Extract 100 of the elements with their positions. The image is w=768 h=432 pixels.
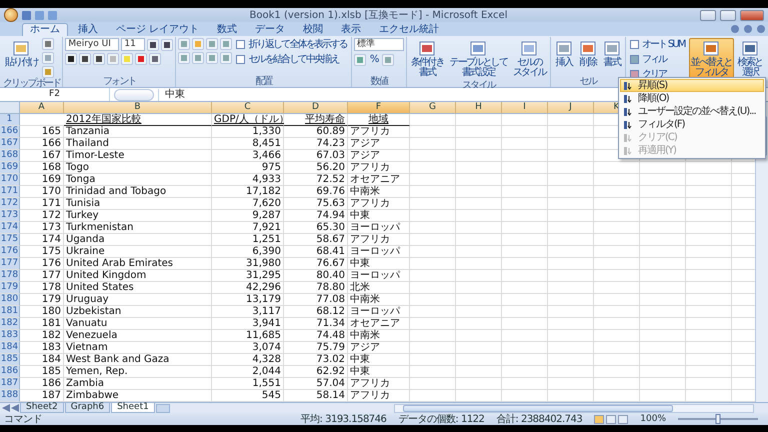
autosum-button[interactable]: オート SUM — [628, 38, 687, 51]
column-header[interactable]: A — [20, 102, 64, 114]
row-header[interactable]: 167 — [0, 138, 20, 150]
function-button[interactable] — [114, 88, 154, 100]
menu-item[interactable]: フィルタ(F) — [620, 118, 764, 131]
font-size-field[interactable]: 11 — [121, 38, 146, 51]
decimal-button[interactable] — [382, 54, 394, 66]
cells-button[interactable]: 削除 — [576, 38, 599, 70]
format-painter-button[interactable] — [42, 66, 54, 78]
row-header[interactable]: 171 — [0, 186, 20, 198]
ribbon-tab[interactable]: エクセル統計 — [371, 23, 448, 36]
fill-button[interactable]: フィル — [628, 53, 687, 66]
minimize-button[interactable] — [700, 10, 716, 20]
sheet-tab[interactable]: Graph6 — [64, 403, 110, 413]
row-header[interactable]: 185 — [0, 354, 20, 366]
phonetic-button[interactable] — [149, 53, 162, 65]
column-header[interactable]: J — [548, 102, 594, 114]
underline-button[interactable] — [93, 53, 106, 65]
style-button[interactable]: 条件付き 書式 — [408, 38, 446, 80]
column-header[interactable]: G — [410, 102, 456, 114]
maximize-button[interactable] — [720, 10, 736, 20]
normal-view-button[interactable] — [594, 414, 604, 424]
first-sheet-icon[interactable] — [2, 404, 10, 412]
row-header[interactable]: 175 — [0, 234, 20, 246]
currency-button[interactable] — [354, 54, 366, 66]
horizontal-scrollbar[interactable] — [394, 404, 754, 412]
office-button[interactable] — [4, 8, 18, 22]
column-header[interactable]: C — [212, 102, 284, 114]
table-cell: アジア — [348, 138, 410, 150]
row-header[interactable]: 172 — [0, 198, 20, 210]
ribbon-tab[interactable]: 数式 — [209, 23, 246, 36]
copy-button[interactable] — [42, 52, 54, 64]
bold-button[interactable] — [65, 53, 78, 65]
percent-button[interactable]: % — [368, 53, 380, 66]
zoom-slider-thumb[interactable] — [716, 414, 720, 424]
cells-button[interactable]: 挿入 — [552, 38, 575, 70]
row-header[interactable]: 181 — [0, 306, 20, 318]
row-header[interactable]: 170 — [0, 174, 20, 186]
ribbon-tab[interactable]: 校閲 — [295, 23, 332, 36]
prev-sheet-icon[interactable] — [11, 404, 19, 412]
style-button[interactable]: セルの スタイル — [511, 38, 548, 80]
row-header[interactable]: 174 — [0, 222, 20, 234]
name-box[interactable]: F2 — [0, 88, 110, 101]
row-header[interactable]: 169 — [0, 162, 20, 174]
left-align-button[interactable] — [178, 52, 190, 64]
sheet-tab[interactable]: Sheet1 — [111, 403, 155, 413]
number-format-field[interactable]: 標準 — [354, 38, 404, 51]
row-header[interactable]: 187 — [0, 378, 20, 390]
row-header[interactable]: 177 — [0, 258, 20, 270]
sheet-tab[interactable]: Sheet2 — [20, 403, 64, 413]
font-name-field[interactable]: Meiryo UI — [65, 38, 120, 51]
right-align-button[interactable] — [206, 52, 218, 64]
table-cell: Timor-Leste — [64, 150, 212, 162]
row-header[interactable]: 184 — [0, 342, 20, 354]
row-header[interactable]: 188 — [0, 390, 20, 402]
ribbon-tab[interactable]: ホーム — [22, 23, 68, 36]
cells-button[interactable]: 書式 — [600, 38, 623, 70]
grow-font-button[interactable] — [147, 38, 160, 50]
ribbon-tab[interactable]: 表示 — [333, 23, 370, 36]
ribbon-tab[interactable]: ページ レイアウト — [108, 23, 208, 36]
close-button[interactable] — [740, 10, 764, 20]
indent-button[interactable] — [220, 52, 232, 64]
cut-button[interactable] — [42, 38, 54, 50]
page-layout-button[interactable] — [606, 414, 616, 424]
ribbon-tab[interactable]: データ — [247, 23, 294, 36]
row-header[interactable]: 176 — [0, 246, 20, 258]
middle-align-button[interactable] — [192, 38, 204, 50]
row-header[interactable]: 179 — [0, 282, 20, 294]
center-button[interactable] — [192, 52, 204, 64]
wrap-text-button[interactable]: 折り返して全体を表示する — [234, 38, 349, 51]
column-header[interactable]: D — [284, 102, 348, 114]
select-all-button[interactable] — [0, 102, 20, 114]
sort-filter-button[interactable]: 並べ替えと フィルタ — [688, 38, 734, 80]
row-header[interactable]: 186 — [0, 366, 20, 378]
row-header[interactable]: 178 — [0, 270, 20, 282]
row-header[interactable]: 1 — [0, 114, 20, 126]
column-header[interactable]: I — [502, 102, 548, 114]
bottom-align-button[interactable] — [206, 38, 218, 50]
row-header[interactable]: 173 — [0, 210, 20, 222]
column-header[interactable]: H — [456, 102, 502, 114]
font-color-button[interactable] — [135, 53, 148, 65]
new-sheet-icon[interactable] — [156, 404, 170, 412]
row-header[interactable]: 166 — [0, 126, 20, 138]
column-header[interactable]: F — [348, 102, 410, 114]
ribbon-tab[interactable]: 挿入 — [70, 23, 106, 36]
top-align-button[interactable] — [178, 38, 190, 50]
fill-color-button[interactable] — [121, 53, 134, 65]
orientation-button[interactable] — [220, 38, 232, 50]
shrink-font-button[interactable] — [161, 38, 174, 50]
row-header[interactable]: 180 — [0, 294, 20, 306]
column-header[interactable]: B — [64, 102, 212, 114]
menu-item[interactable]: 昇順(S) — [620, 79, 764, 92]
style-button[interactable]: テーブルとして 書式設定 — [448, 38, 510, 80]
row-header[interactable]: 168 — [0, 150, 20, 162]
row-header[interactable]: 182 — [0, 318, 20, 330]
page-break-button[interactable] — [618, 414, 628, 424]
row-header[interactable]: 183 — [0, 330, 20, 342]
italic-button[interactable] — [79, 53, 92, 65]
merge-center-button[interactable]: セルを結合して中央揃え — [234, 53, 349, 66]
paste-button[interactable]: 貼り付け — [3, 38, 40, 70]
